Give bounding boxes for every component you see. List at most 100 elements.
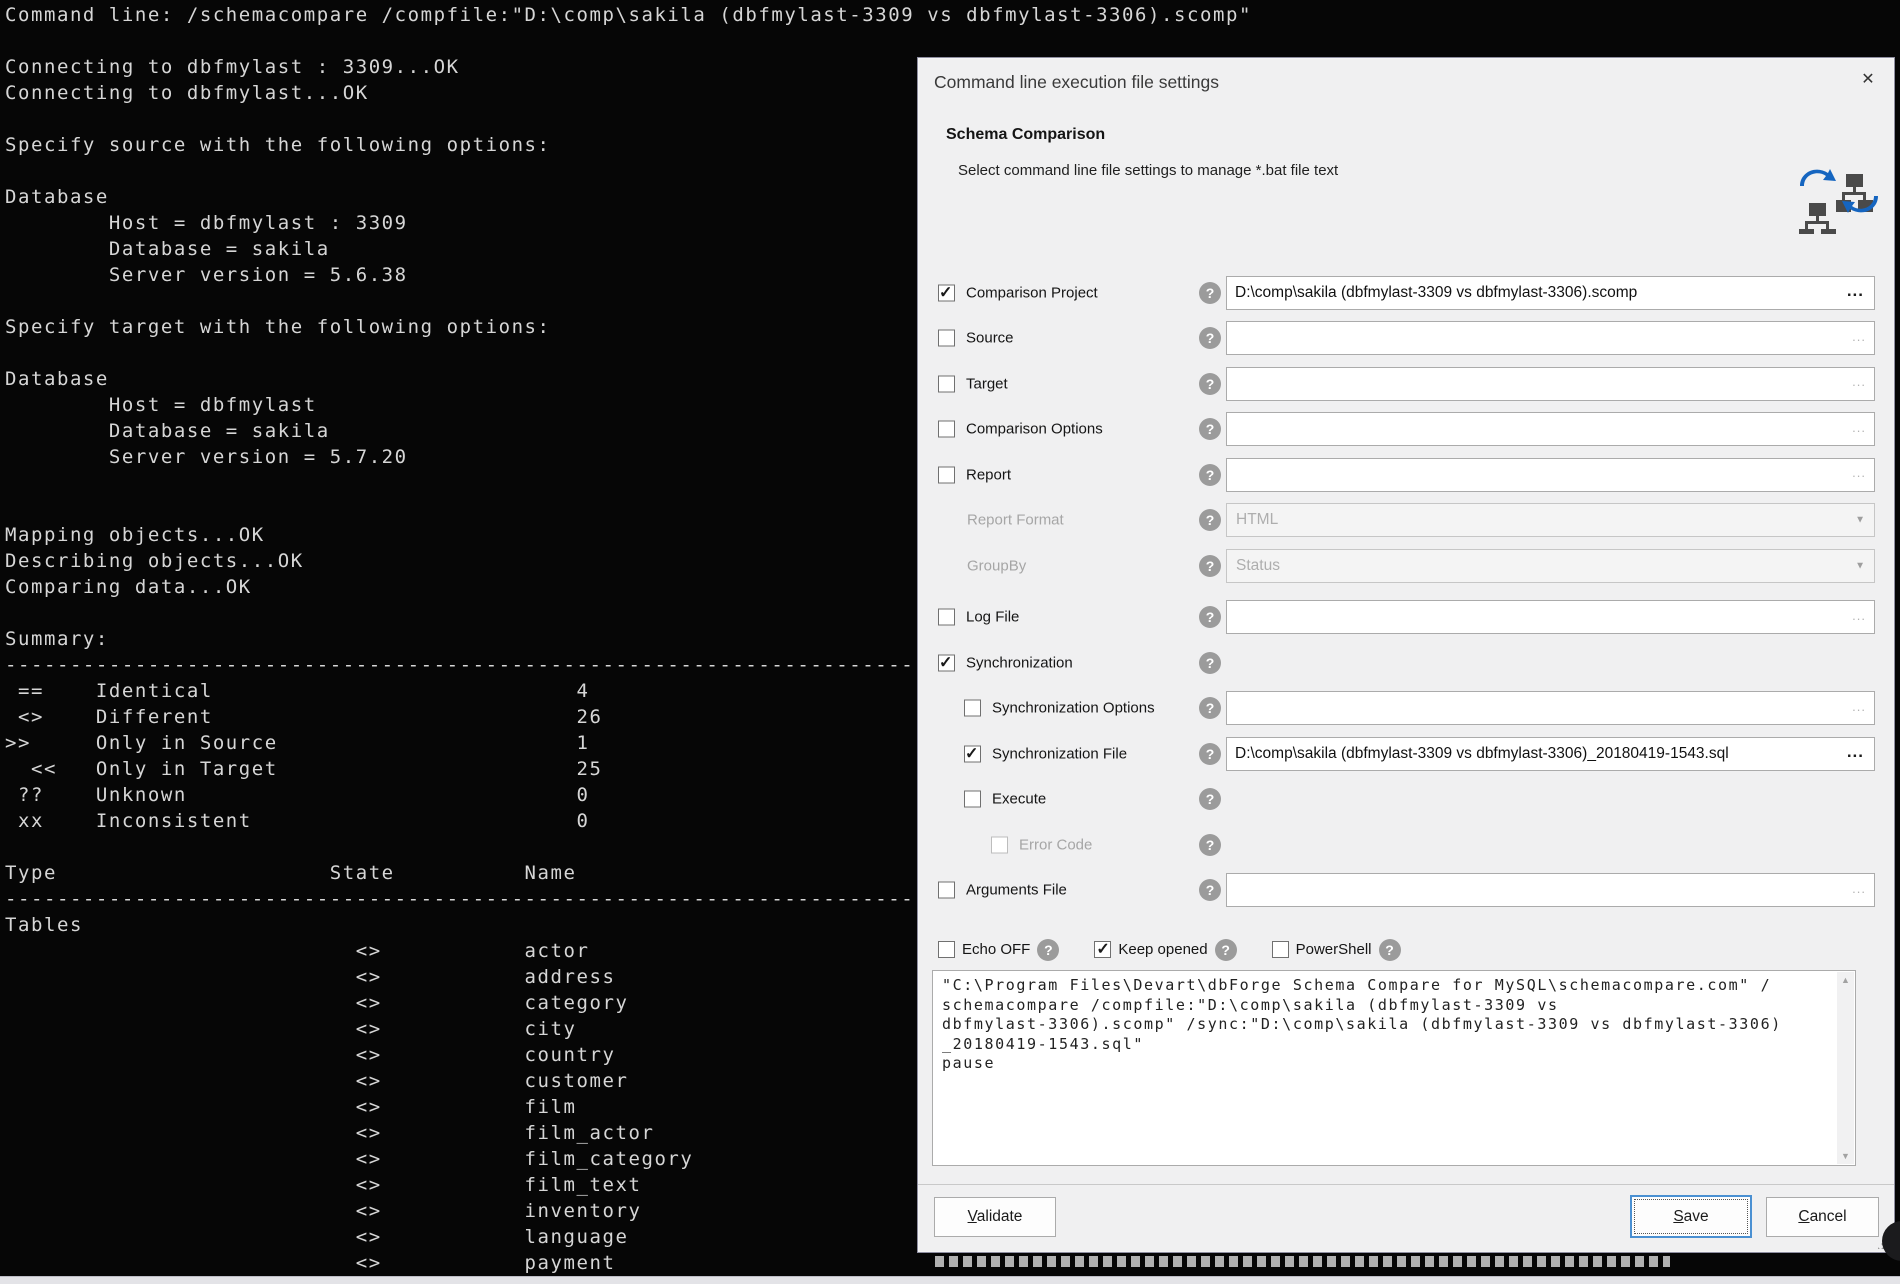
row-synchronization-options: Synchronization Options ? ... [918,686,1894,732]
log-file-label: Log File [966,609,1019,626]
help-icon[interactable]: ? [1199,327,1221,349]
batch-file-text[interactable]: "C:\Program Files\Devart\dbForge Schema … [942,976,1831,1074]
synchronization-options-input[interactable] [1235,692,1834,724]
scroll-down-icon[interactable]: ▼ [1837,1148,1854,1164]
synchronization-file-checkbox[interactable] [964,745,981,762]
help-icon[interactable]: ? [1199,743,1221,765]
row-report-format: Report Format ? HTML ▼ [918,498,1894,544]
row-groupby: GroupBy ? Status ▼ [918,543,1894,589]
browse-ellipsis-icon[interactable]: ... [1847,747,1864,757]
help-icon[interactable]: ? [1199,373,1221,395]
batch-file-textbox[interactable]: "C:\Program Files\Devart\dbForge Schema … [932,970,1856,1166]
report-format-combobox[interactable]: HTML ▼ [1226,503,1875,537]
row-log-file: Log File ? ... [918,595,1894,641]
comparison-project-checkbox[interactable] [938,284,955,301]
synchronization-options-checkbox[interactable] [964,700,981,717]
scroll-up-icon[interactable]: ▲ [1837,972,1854,988]
help-icon[interactable]: ? [1199,509,1221,531]
help-icon[interactable]: ? [1379,939,1401,961]
help-icon[interactable]: ? [1199,834,1221,856]
synchronization-label: Synchronization [966,654,1073,671]
browse-ellipsis-icon[interactable]: ... [1852,702,1866,712]
execute-checkbox[interactable] [964,791,981,808]
arguments-file-input[interactable] [1235,874,1834,906]
keep-opened-option: Keep opened ? [1094,939,1236,961]
browse-ellipsis-icon[interactable]: ... [1852,611,1866,621]
synchronization-file-input[interactable] [1235,738,1834,770]
help-icon[interactable]: ? [1199,555,1221,577]
comparison-project-field: ... [1226,276,1875,310]
synchronization-options-label: Synchronization Options [992,700,1155,717]
help-icon[interactable]: ? [1199,652,1221,674]
synchronization-file-label: Synchronization File [992,745,1127,762]
browse-ellipsis-icon[interactable]: ... [1852,884,1866,894]
groupby-combobox[interactable]: Status ▼ [1226,549,1875,583]
error-code-label: Error Code [1019,836,1092,853]
report-input[interactable] [1235,459,1834,491]
log-file-checkbox[interactable] [938,609,955,626]
row-comparison-project: Comparison Project ? ... [918,270,1894,316]
browse-ellipsis-icon[interactable]: ... [1852,468,1866,478]
report-field: ... [1226,458,1875,492]
help-icon[interactable]: ? [1199,606,1221,628]
row-comparison-options: Comparison Options ? ... [918,407,1894,453]
row-error-code: Error Code ? [918,822,1894,868]
help-icon[interactable]: ? [1199,879,1221,901]
target-checkbox[interactable] [938,375,955,392]
help-icon[interactable]: ? [1199,464,1221,486]
dropdown-arrow-icon[interactable]: ▼ [1855,560,1865,571]
dialog-title: Command line execution file settings [934,72,1219,93]
source-field: ... [1226,321,1875,355]
powershell-option: PowerShell ? [1272,939,1401,961]
target-field: ... [1226,367,1875,401]
log-file-field: ... [1226,600,1875,634]
source-checkbox[interactable] [938,330,955,347]
echo-off-checkbox[interactable] [938,941,955,958]
batch-scrollbar[interactable]: ▲ ▼ [1837,972,1854,1164]
comparison-project-input[interactable] [1235,277,1834,309]
help-icon[interactable]: ? [1199,697,1221,719]
help-icon[interactable]: ? [1215,939,1237,961]
browse-ellipsis-icon[interactable]: ... [1847,286,1864,296]
row-source: Source ? ... [918,316,1894,362]
help-icon[interactable]: ? [1037,939,1059,961]
browse-ellipsis-icon[interactable]: ... [1852,423,1866,433]
groupby-label: GroupBy [967,557,1026,574]
close-icon[interactable]: ✕ [1854,66,1882,94]
comparison-options-input[interactable] [1235,413,1834,445]
report-checkbox[interactable] [938,466,955,483]
log-file-input[interactable] [1235,601,1834,633]
target-input[interactable] [1235,368,1834,400]
arguments-file-checkbox[interactable] [938,882,955,899]
help-icon[interactable]: ? [1199,418,1221,440]
powershell-checkbox[interactable] [1272,941,1289,958]
error-code-checkbox [991,836,1008,853]
dialog-subtitle: Select command line file settings to man… [958,162,1338,179]
comparison-project-label: Comparison Project [966,284,1098,301]
arguments-file-field: ... [1226,873,1875,907]
keep-opened-checkbox[interactable] [1094,941,1111,958]
comparison-options-label: Comparison Options [966,421,1103,438]
validate-button[interactable]: Validate [934,1197,1056,1237]
footer-separator [918,1184,1894,1185]
groupby-value: Status [1236,557,1280,575]
synchronization-checkbox[interactable] [938,654,955,671]
settings-rows: Comparison Project ? ... Source ? ... Ta… [918,270,1894,913]
synchronization-options-field: ... [1226,691,1875,725]
schema-comparison-heading: Schema Comparison [946,126,1105,144]
window-edge-strip [0,1276,1900,1284]
save-button[interactable]: Save [1630,1195,1752,1238]
row-report: Report ? ... [918,452,1894,498]
browse-ellipsis-icon[interactable]: ... [1852,377,1866,387]
comparison-options-checkbox[interactable] [938,421,955,438]
row-execute: Execute ? [918,777,1894,823]
synchronization-file-field: ... [1226,737,1875,771]
row-synchronization: Synchronization ? [918,640,1894,686]
dropdown-arrow-icon[interactable]: ▼ [1855,515,1865,526]
browse-ellipsis-icon[interactable]: ... [1852,332,1866,342]
help-icon[interactable]: ? [1199,282,1221,304]
echo-off-option: Echo OFF ? [938,939,1059,961]
source-input[interactable] [1235,322,1834,354]
help-icon[interactable]: ? [1199,788,1221,810]
cancel-button[interactable]: Cancel [1766,1197,1879,1237]
